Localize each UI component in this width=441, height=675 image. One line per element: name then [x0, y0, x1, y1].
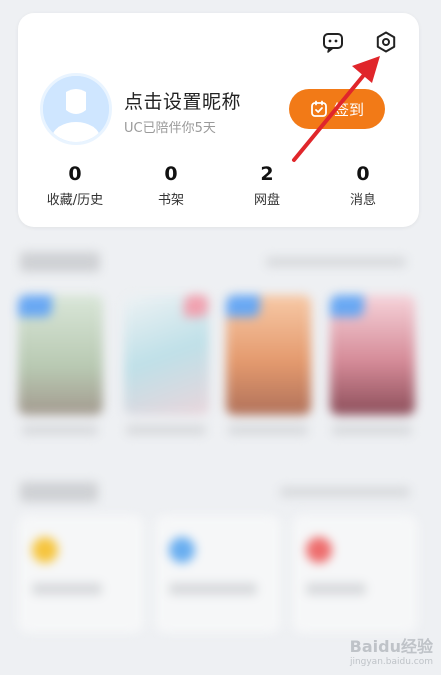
thumbnail[interactable]: [330, 295, 415, 415]
stat-messages[interactable]: 0 消息: [323, 163, 403, 208]
thumbnail-caption-placeholder: [22, 425, 98, 435]
tool-card[interactable]: [292, 515, 418, 633]
checkin-button[interactable]: 签到: [289, 89, 385, 129]
stat-label: 消息: [349, 193, 376, 208]
profile-card: 点击设置昵称 UC已陪伴你5天 签到 0 收藏/历史 0 书架 2 网盘 0 消: [18, 13, 419, 227]
thumbnail-caption-placeholder: [126, 425, 206, 435]
tool-card[interactable]: [18, 515, 144, 633]
stats-row: 0 收藏/历史 0 书架 2 网盘 0 消息: [18, 163, 419, 213]
tool-card[interactable]: [155, 515, 281, 633]
calendar-check-icon: [310, 100, 328, 118]
stat-value: 2: [260, 163, 274, 185]
stat-bookshelf[interactable]: 0 书架: [131, 163, 211, 208]
thumbnail-caption-placeholder: [228, 425, 308, 435]
thumbnail[interactable]: [18, 295, 103, 415]
stat-favorites-history[interactable]: 0 收藏/历史: [35, 163, 115, 208]
stat-label: 网盘: [253, 193, 280, 208]
stat-value: 0: [164, 163, 178, 185]
nickname[interactable]: 点击设置昵称: [124, 87, 241, 114]
stat-label: 收藏/历史: [46, 193, 104, 208]
thumbnail-caption-placeholder: [332, 425, 412, 435]
section-link-placeholder: [266, 257, 406, 267]
stat-value: 0: [356, 163, 370, 185]
watermark-url: jingyan.baidu.com: [349, 657, 433, 667]
companion-days: UC已陪伴你5天: [124, 121, 216, 136]
section-link-placeholder: [280, 487, 410, 497]
stat-value: 0: [68, 163, 82, 185]
section-title-placeholder: [20, 482, 98, 502]
message-icon[interactable]: [318, 27, 348, 57]
thumbnail[interactable]: [124, 295, 209, 415]
stat-label: 书架: [157, 193, 184, 208]
stat-cloud-drive[interactable]: 2 网盘: [227, 163, 307, 208]
watermark-text: Baidu经验: [349, 637, 433, 656]
avatar[interactable]: [40, 73, 112, 145]
section-title-placeholder: [20, 252, 100, 272]
checkin-label: 签到: [333, 100, 364, 119]
baidu-watermark: Baidu经验 jingyan.baidu.com: [350, 633, 433, 667]
thumbnail[interactable]: [226, 295, 311, 415]
gear-icon[interactable]: [371, 27, 401, 57]
